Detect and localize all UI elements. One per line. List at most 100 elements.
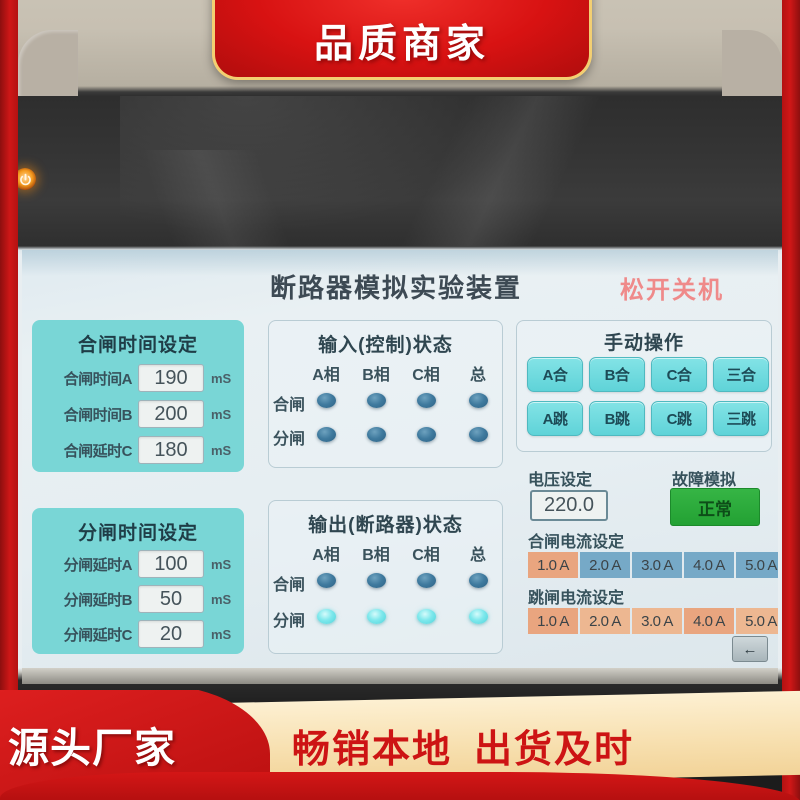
input-col-c: C相 [412,367,440,384]
close-time-label-a: 合闸时间A [63,370,133,388]
trip-current-option-3[interactable]: 3.0 A [632,608,682,634]
close-current-option-2[interactable]: 2.0 A [580,552,630,578]
trip-current-label: 跳闸电流设定 [528,590,625,607]
output-row-open-label: 分闸 [273,613,306,630]
manual-button-c-close[interactable]: C合 [651,357,707,392]
manual-button-b-close[interactable]: B合 [589,357,645,392]
open-time-row-a[interactable]: 分闸延时A 100 mS [40,550,231,578]
manual-button-a-trip[interactable]: A跳 [527,401,583,436]
input-col-a: A相 [312,367,340,384]
manual-button-c-trip[interactable]: C跳 [651,401,707,436]
manual-operation-panel: 手动操作 A合 B合 C合 三合 A跳 B跳 C跳 三跳 [516,320,772,452]
open-time-panel: 分闸时间设定 分闸延时A 100 mS 分闸延时B 50 mS 分闸延时C 20… [32,508,244,654]
output-close-indicator-total [469,573,488,588]
trip-current-option-4[interactable]: 4.0 A [684,608,734,634]
input-row-open-label: 分闸 [273,431,306,448]
open-time-label-c: 分闸延时C [63,626,133,644]
close-time-unit-b: mS [211,406,232,422]
bottom-promo-text-right-1: 畅销本地 [292,729,453,771]
page-border-left [0,0,18,800]
close-time-row-c[interactable]: 合闸延时C 180 mS [40,436,231,464]
input-close-indicator-total [469,393,488,408]
close-current-option-4[interactable]: 4.0 A [684,552,734,578]
close-time-row-a[interactable]: 合闸时间A 190 mS [40,364,231,392]
manual-button-all-close[interactable]: 三合 [713,357,769,392]
input-col-b: B相 [362,367,390,384]
lcd-screen: 断路器模拟实验装置 松开关机 合闸时间设定 合闸时间A 190 mS 合闸时间B… [22,250,778,668]
close-time-input-c[interactable]: 180 [138,436,204,464]
cabinet-corner-left [18,30,78,96]
product-photo: 断路器模拟实验装置 松开关机 合闸时间设定 合闸时间A 190 mS 合闸时间B… [0,0,800,800]
input-open-indicator-b [367,427,386,442]
close-time-label-b: 合闸时间B [63,406,133,424]
output-col-b: B相 [362,547,390,564]
close-time-unit-a: mS [211,370,232,386]
back-icon[interactable]: ← [732,636,768,662]
input-open-indicator-a [317,427,336,442]
input-open-indicator-c [417,427,436,442]
input-close-indicator-a [317,393,336,408]
close-current-option-5[interactable]: 5.0 A [736,552,778,578]
input-close-indicator-c [417,393,436,408]
bezel-bottom-lip [22,668,778,684]
output-close-indicator-c [417,573,436,588]
close-current-option-1[interactable]: 1.0 A [528,552,578,578]
close-time-panel-title: 合闸时间设定 [77,335,198,356]
input-status-panel: 输入(控制)状态 A相 B相 C相 总 合闸 分闸 [268,320,503,468]
manual-button-b-trip[interactable]: B跳 [589,401,645,436]
page-title: 断路器模拟实验装置 [270,273,523,303]
output-col-total: 总 [469,547,486,564]
trip-current-option-2[interactable]: 2.0 A [580,608,630,634]
open-time-unit-a: mS [211,556,232,572]
top-promo-ribbon: 品质商家 [212,0,592,80]
input-status-panel-title: 输入(控制)状态 [318,335,453,356]
top-promo-text: 品质商家 [313,23,490,66]
output-open-indicator-b [367,609,386,624]
close-current-label: 合闸电流设定 [528,534,625,551]
open-time-row-c[interactable]: 分闸延时C 20 mS [40,620,231,648]
output-col-a: A相 [312,547,340,564]
output-open-indicator-a [317,609,336,624]
close-current-option-3[interactable]: 3.0 A [632,552,682,578]
output-col-c: C相 [412,547,440,564]
output-status-panel: 输出(断路器)状态 A相 B相 C相 总 合闸 分闸 [268,500,503,654]
input-col-total: 总 [469,367,486,384]
open-time-label-b: 分闸延时B [63,591,133,609]
close-time-row-b[interactable]: 合闸时间B 200 mS [40,400,231,428]
manual-button-a-close[interactable]: A合 [527,357,583,392]
open-time-input-b[interactable]: 50 [138,585,204,613]
output-close-indicator-a [317,573,336,588]
output-row-close-label: 合闸 [273,577,306,594]
close-time-panel: 合闸时间设定 合闸时间A 190 mS 合闸时间B 200 mS 合闸延时C 1… [32,320,244,472]
open-time-row-b[interactable]: 分闸延时B 50 mS [40,585,231,613]
input-close-indicator-b [367,393,386,408]
output-close-indicator-b [367,573,386,588]
manual-button-all-trip[interactable]: 三跳 [713,401,769,436]
input-open-indicator-total [469,427,488,442]
output-open-indicator-c [417,609,436,624]
voltage-label: 电压设定 [528,472,593,489]
open-time-panel-title: 分闸时间设定 [77,523,198,544]
trip-current-option-1[interactable]: 1.0 A [528,608,578,634]
trip-current-options[interactable]: 1.0 A 2.0 A 3.0 A 4.0 A 5.0 A [528,608,778,634]
input-row-close-label: 合闸 [273,397,306,414]
fault-label: 故障模拟 [672,472,737,489]
trip-current-option-5[interactable]: 5.0 A [736,608,778,634]
close-time-input-b[interactable]: 200 [138,400,204,428]
voltage-input[interactable]: 220.0 [530,490,608,521]
open-time-input-a[interactable]: 100 [138,550,204,578]
output-status-panel-title: 输出(断路器)状态 [308,515,463,536]
bottom-promo-banner: 源头厂家 畅销本地 出货及时 [0,690,800,800]
close-current-options[interactable]: 1.0 A 2.0 A 3.0 A 4.0 A 5.0 A [528,552,778,578]
screen-header: 断路器模拟实验装置 松开关机 [22,262,778,304]
close-time-input-a[interactable]: 190 [138,364,204,392]
open-time-unit-c: mS [211,626,232,642]
manual-operation-panel-title: 手动操作 [603,333,684,354]
close-time-unit-c: mS [211,442,232,458]
fault-status-button[interactable]: 正常 [670,488,760,526]
open-time-input-c[interactable]: 20 [138,620,204,648]
bottom-promo-text-right: 畅销本地 出货及时 [292,718,634,773]
open-time-unit-b: mS [211,591,232,607]
power-off-hint: 松开关机 [620,277,724,304]
bottom-promo-text-left: 源头厂家 [8,725,176,771]
